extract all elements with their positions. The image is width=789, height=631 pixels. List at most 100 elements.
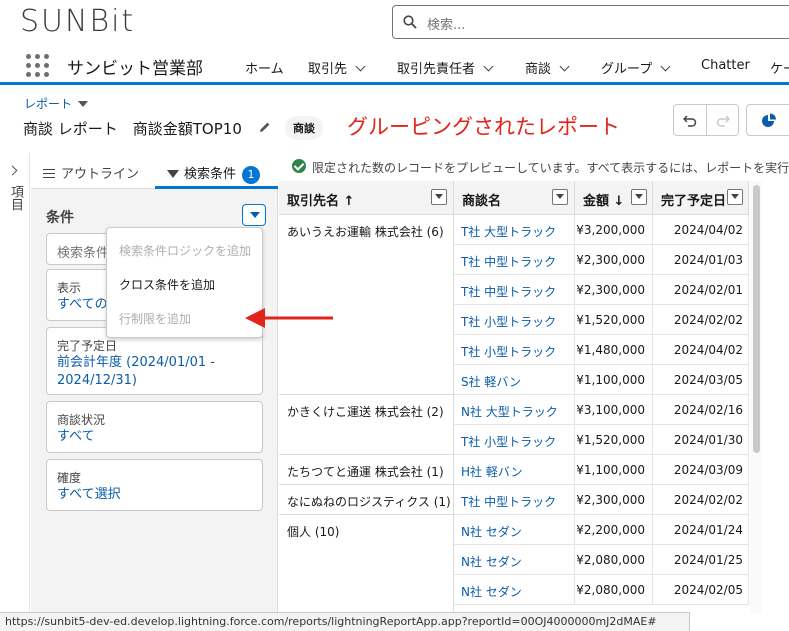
- preview-notice-text: 限定された数のレコードをプレビューしています。すべて表示するには、レポートを実行: [312, 161, 789, 175]
- column-header-account[interactable]: 取引先名 ↑: [279, 181, 454, 215]
- table-cell: ¥1,520,000: [575, 305, 653, 335]
- filter-label: 完了予定日: [57, 339, 118, 353]
- opportunity-link[interactable]: N社 セダン: [461, 523, 522, 540]
- table-cell[interactable]: S社 軽バン: [454, 365, 575, 395]
- opportunity-link[interactable]: T社 小型トラック: [461, 313, 556, 330]
- filter-count-badge: 1: [242, 166, 261, 184]
- app-launcher-icon[interactable]: [26, 54, 50, 78]
- opportunity-link[interactable]: N社 セダン: [461, 553, 522, 570]
- brand-logo[interactable]: SUNBit: [20, 4, 135, 39]
- filter-value: すべて選択: [57, 487, 121, 502]
- nav-item-chatter[interactable]: Chatter: [701, 58, 750, 73]
- chevron-down-icon[interactable]: [355, 61, 366, 72]
- table-cell[interactable]: N社 セダン: [454, 515, 575, 545]
- app-name: サンビット営業部: [67, 59, 203, 79]
- group-cell[interactable]: 個人 (10): [279, 515, 454, 613]
- opportunity-link[interactable]: T社 小型トラック: [461, 343, 556, 360]
- table-cell[interactable]: T社 大型トラック: [454, 215, 575, 245]
- group-cell[interactable]: なにぬねのロジスティクス (1): [279, 485, 454, 515]
- nav-label: Chatter: [701, 58, 750, 73]
- group-label: たちつてと通運 株式会社 (1): [287, 465, 444, 479]
- filter-label: 商談状況: [57, 413, 106, 427]
- table-cell[interactable]: H社 軽バン: [454, 455, 575, 485]
- table-cell[interactable]: T社 小型トラック: [454, 305, 575, 335]
- table-cell[interactable]: T社 小型トラック: [454, 335, 575, 365]
- opportunity-link[interactable]: T社 中型トラック: [461, 283, 556, 300]
- nav-item-contacts[interactable]: 取引先責任者: [397, 58, 494, 77]
- opportunity-link[interactable]: N社 大型トラック: [461, 403, 558, 420]
- date-value: 2024/03/05: [673, 373, 743, 387]
- filter-probability[interactable]: 確度 すべて選択: [46, 459, 263, 511]
- date-value: 2024/01/25: [673, 553, 743, 567]
- global-search[interactable]: 検索...: [392, 5, 789, 39]
- table-cell: 2024/02/02: [653, 305, 749, 335]
- table-cell: 2024/02/05: [653, 575, 749, 605]
- column-menu-icon[interactable]: [552, 189, 568, 205]
- opportunity-link[interactable]: N社 セダン: [461, 583, 522, 600]
- nav-label: 商談: [525, 62, 552, 77]
- edit-pencil-icon[interactable]: [259, 121, 271, 133]
- opportunity-link[interactable]: S社 軽バン: [461, 373, 521, 390]
- filter-icon: [167, 170, 179, 178]
- nav-item-home[interactable]: ホーム: [245, 58, 284, 77]
- caret-down-icon[interactable]: [78, 101, 89, 107]
- tab-outline[interactable]: アウトライン: [43, 163, 139, 182]
- filter-opportunity-status[interactable]: 商談状況 すべて: [46, 401, 263, 453]
- nav-item-opportunities[interactable]: 商談: [525, 58, 570, 77]
- table-cell: 2024/01/25: [653, 545, 749, 575]
- opportunity-link[interactable]: T社 中型トラック: [461, 493, 556, 510]
- chevron-right-icon[interactable]: [7, 165, 18, 176]
- column-header-close-date[interactable]: 完了予定日: [653, 181, 749, 215]
- table-cell[interactable]: T社 中型トラック: [454, 245, 575, 275]
- table-cell[interactable]: T社 中型トラック: [454, 485, 575, 515]
- redo-icon[interactable]: [716, 113, 730, 127]
- column-menu-icon[interactable]: [631, 189, 647, 205]
- table-cell[interactable]: T社 小型トラック: [454, 425, 575, 455]
- nav-label: 取引先: [308, 62, 348, 77]
- opportunity-link[interactable]: T社 大型トラック: [461, 223, 556, 240]
- filter-options-dropdown-button[interactable]: [242, 204, 266, 226]
- amount-value: ¥2,300,000: [576, 493, 645, 507]
- chevron-down-icon[interactable]: [660, 61, 671, 72]
- date-value: 2024/04/02: [673, 343, 743, 357]
- table-cell: ¥1,520,000: [575, 425, 653, 455]
- nav-item-groups[interactable]: グループ: [601, 58, 671, 77]
- column-menu-icon[interactable]: [431, 189, 447, 205]
- menu-item-add-filter-logic[interactable]: 検索条件ロジックを追加: [119, 242, 251, 259]
- scrollbar-thumb[interactable]: [753, 185, 760, 453]
- undo-icon[interactable]: [683, 113, 697, 127]
- table-cell[interactable]: N社 大型トラック: [454, 395, 575, 425]
- tab-filters[interactable]: 検索条件 1: [167, 163, 261, 184]
- menu-item-add-cross-filter[interactable]: クロス条件を追加: [119, 276, 215, 293]
- table-cell: ¥1,480,000: [575, 335, 653, 365]
- filter-value-line1: 前会計年度 (2024/01/01 -: [57, 355, 215, 370]
- app-nav-bar: サンビット営業部 ホーム 取引先 取引先責任者 商談 グループ Chatter …: [0, 47, 789, 85]
- column-header-opportunity[interactable]: 商談名: [454, 181, 575, 215]
- opportunity-link[interactable]: H社 軽バン: [461, 463, 522, 480]
- search-placeholder[interactable]: 検索...: [427, 14, 465, 33]
- fields-collapsed-strip[interactable]: 項目: [0, 153, 30, 613]
- table-cell[interactable]: T社 中型トラック: [454, 275, 575, 305]
- chevron-down-icon[interactable]: [483, 61, 494, 72]
- nav-item-accounts[interactable]: 取引先: [308, 58, 366, 77]
- chevron-down-icon[interactable]: [559, 61, 570, 72]
- chart-button[interactable]: [746, 104, 789, 136]
- table-cell[interactable]: N社 セダン: [454, 575, 575, 605]
- opportunity-link[interactable]: T社 中型トラック: [461, 253, 556, 270]
- date-value: 2024/01/24: [673, 523, 743, 537]
- group-cell[interactable]: かきくけこ運送 株式会社 (2): [279, 395, 454, 455]
- column-header-amount[interactable]: 金額 ↓: [575, 181, 653, 215]
- nav-label: 取引先責任者: [397, 62, 476, 77]
- date-value: 2024/02/02: [673, 313, 743, 327]
- nav-label: ケー: [770, 62, 789, 77]
- table-cell[interactable]: N社 セダン: [454, 545, 575, 575]
- group-cell[interactable]: たちつてと通運 株式会社 (1): [279, 455, 454, 485]
- menu-item-add-row-limit[interactable]: 行制限を追加: [119, 310, 191, 327]
- table-scrollbar[interactable]: [750, 181, 762, 613]
- breadcrumb[interactable]: レポート: [24, 95, 89, 112]
- group-label: なにぬねのロジスティクス (1): [287, 495, 451, 509]
- nav-item-cases[interactable]: ケー: [770, 58, 789, 77]
- amount-value: ¥2,300,000: [576, 283, 645, 297]
- opportunity-link[interactable]: T社 小型トラック: [461, 433, 556, 450]
- column-menu-icon[interactable]: [727, 189, 743, 205]
